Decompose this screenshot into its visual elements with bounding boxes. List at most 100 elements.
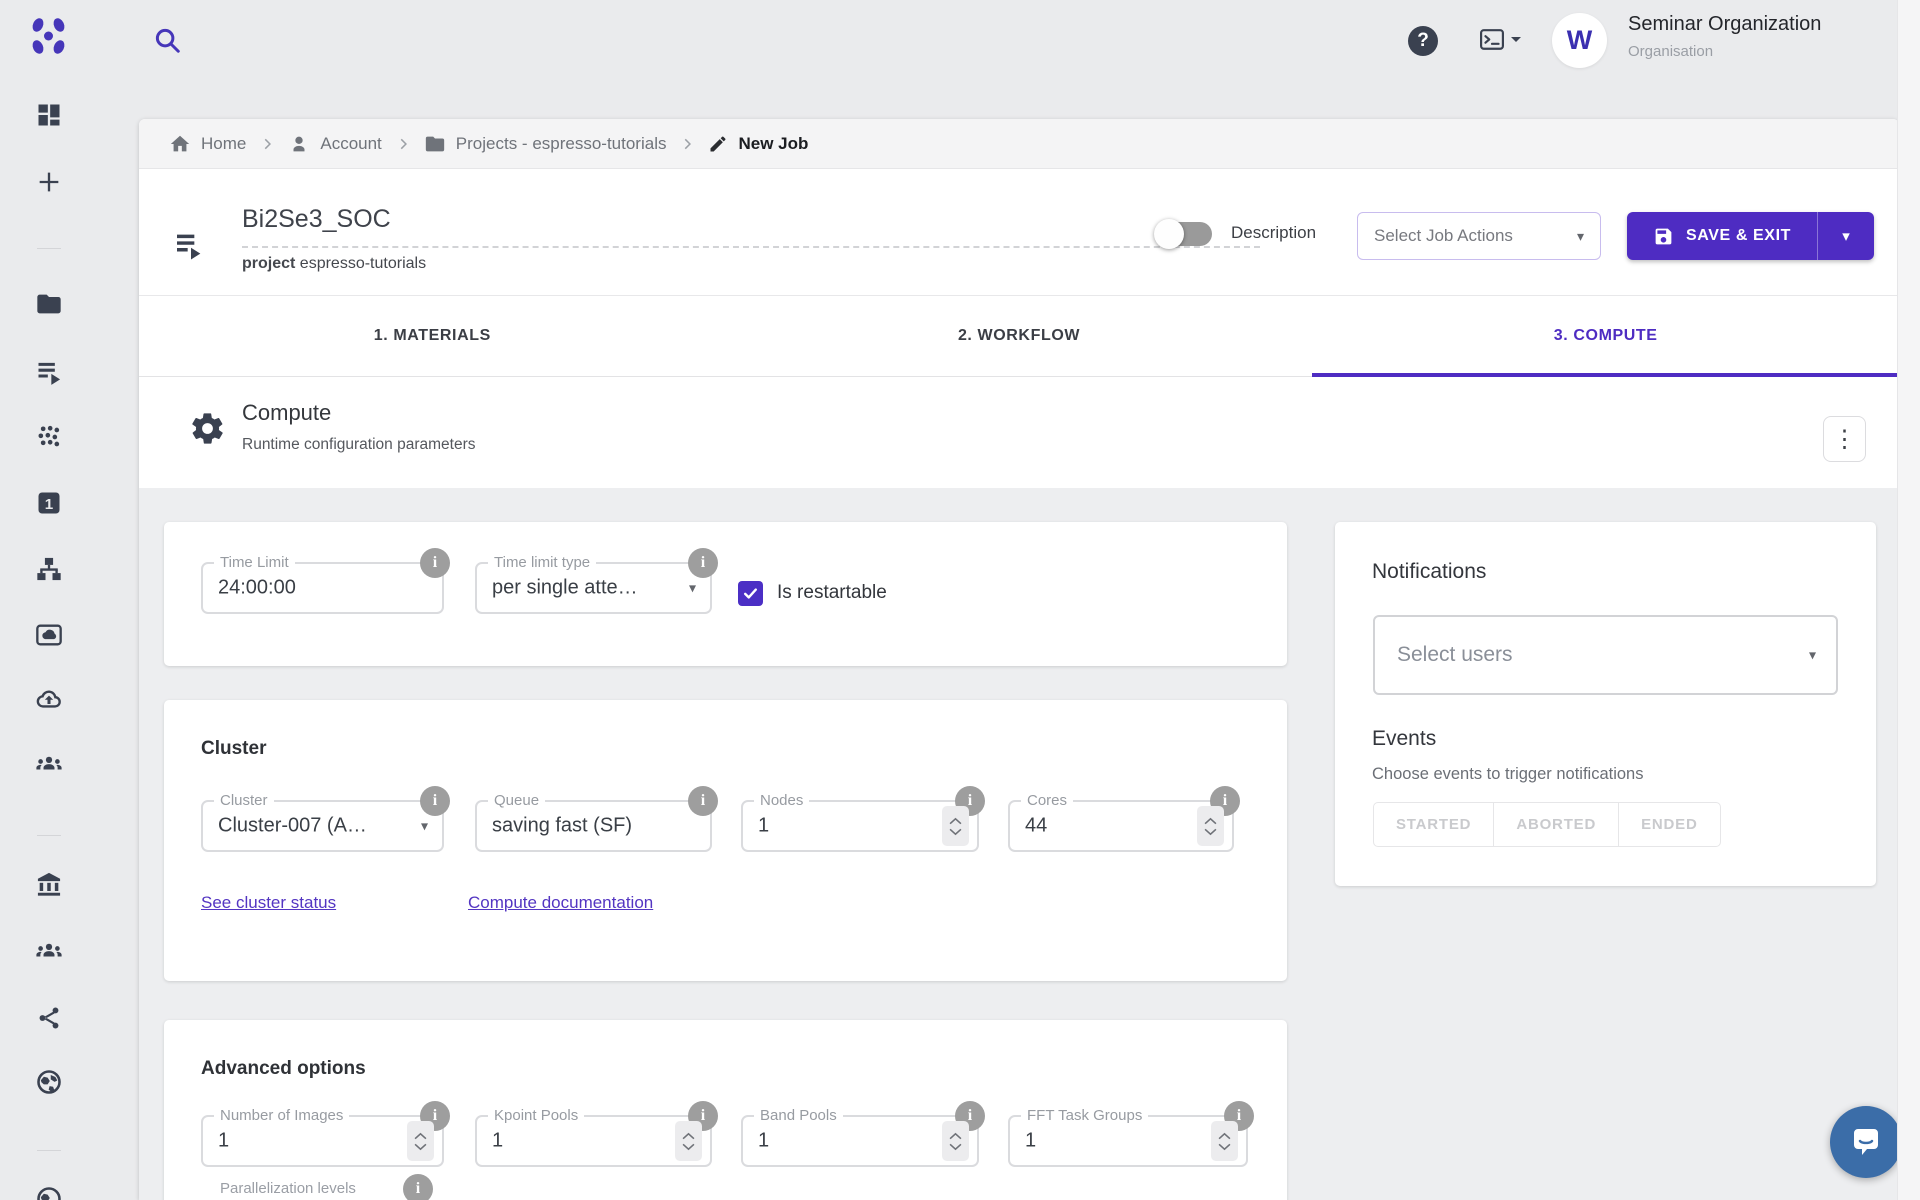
spinner-control[interactable]	[1211, 1121, 1238, 1161]
cloud-upload-icon[interactable]	[33, 684, 65, 716]
save-menu-button[interactable]: ▾	[1817, 212, 1874, 260]
info-icon[interactable]: i	[420, 548, 450, 578]
dashboard-icon[interactable]	[33, 99, 65, 131]
cores-value[interactable]: 44	[1025, 815, 1047, 838]
info-icon[interactable]: i	[420, 786, 450, 816]
spinner-control[interactable]	[675, 1121, 702, 1161]
cores-stepper[interactable]: Cores i 44	[1008, 800, 1234, 852]
section-title: Compute	[242, 400, 331, 426]
media-image-icon[interactable]	[33, 619, 65, 651]
select-users-placeholder: Select users	[1397, 643, 1513, 667]
spinner-control[interactable]	[942, 806, 969, 846]
spinner-control[interactable]	[942, 1121, 969, 1161]
info-icon[interactable]: i	[688, 786, 718, 816]
breadcrumb-project[interactable]: Projects - espresso-tutorials	[424, 133, 667, 155]
time-limit-type-value: per single atte…	[492, 577, 638, 600]
description-toggle[interactable]	[1158, 222, 1212, 246]
kpoint-pools-value[interactable]: 1	[492, 1130, 503, 1153]
compute-section-header: Compute Runtime configuration parameters…	[139, 378, 1899, 488]
wizard-tabs: 1. MATERIALS 2. WORKFLOW 3. COMPUTE	[139, 295, 1899, 377]
time-limit-label: Time Limit	[214, 554, 295, 571]
organization-bank-icon[interactable]	[33, 868, 65, 900]
nodes-stepper[interactable]: Nodes i 1	[741, 800, 979, 852]
advanced-options-panel: Advanced options Number of Images i 1 Kp…	[164, 1020, 1287, 1200]
share-icon[interactable]	[33, 1002, 65, 1034]
event-aborted-button[interactable]: ABORTED	[1494, 802, 1619, 847]
fft-task-groups-stepper[interactable]: FFT Task Groups i 1	[1008, 1115, 1248, 1167]
events-subtitle: Choose events to trigger notifications	[1372, 765, 1644, 784]
chevron-down-icon: ▾	[1842, 227, 1850, 245]
number-of-images-stepper[interactable]: Number of Images i 1	[201, 1115, 444, 1167]
materials-dots-icon[interactable]	[33, 421, 65, 453]
nodes-value[interactable]: 1	[758, 815, 769, 838]
band-pools-value[interactable]: 1	[758, 1130, 769, 1153]
compute-documentation-link[interactable]: Compute documentation	[468, 893, 653, 913]
spinner-control[interactable]	[407, 1121, 434, 1161]
select-users-dropdown[interactable]: Select users ▾	[1373, 615, 1838, 695]
chevron-down-icon	[1204, 828, 1217, 836]
breadcrumb-new-job[interactable]: New Job	[708, 134, 808, 154]
team-icon[interactable]	[33, 749, 65, 781]
sidebar-divider	[37, 248, 61, 249]
help-icon[interactable]: ?	[1408, 26, 1438, 56]
spinner-control[interactable]	[1197, 806, 1224, 846]
batch-one-icon[interactable]: 1	[33, 487, 65, 519]
queue-label: Queue	[488, 792, 545, 809]
toggle-thumb	[1154, 219, 1184, 249]
time-limit-type-select[interactable]: Time limit type i per single atte… ▾	[475, 562, 712, 614]
parallelization-levels-field[interactable]: Parallelization levels i	[201, 1188, 621, 1200]
chevron-down-icon[interactable]: ▾	[421, 818, 428, 835]
breadcrumb-home[interactable]: Home	[169, 133, 246, 155]
avatar-initial: W	[1567, 25, 1592, 56]
projects-folder-icon[interactable]	[33, 288, 65, 320]
console-menu-icon[interactable]	[1478, 28, 1522, 52]
tab-materials[interactable]: 1. MATERIALS	[139, 296, 726, 376]
event-started-button[interactable]: STARTED	[1373, 802, 1494, 847]
cluster-value: Cluster-007 (A…	[218, 815, 367, 838]
time-limit-value[interactable]: 24:00:00	[218, 577, 296, 600]
kpoint-pools-stepper[interactable]: Kpoint Pools i 1	[475, 1115, 712, 1167]
scrollbar-track[interactable]	[1897, 0, 1920, 1200]
info-icon[interactable]: i	[688, 548, 718, 578]
save-exit-button[interactable]: SAVE & EXIT	[1627, 212, 1817, 260]
events-title: Events	[1372, 727, 1436, 751]
cluster-status-link[interactable]: See cluster status	[201, 893, 336, 913]
cluster-label: Cluster	[214, 792, 274, 809]
workflows-tree-icon[interactable]	[33, 553, 65, 585]
section-menu-button[interactable]: ⋮	[1823, 416, 1866, 462]
add-icon[interactable]	[33, 166, 65, 198]
number-of-images-value[interactable]: 1	[218, 1130, 229, 1153]
chevron-down-icon	[949, 828, 962, 836]
description-toggle-label: Description	[1231, 223, 1316, 243]
queue-value[interactable]: saving fast (SF)	[492, 815, 632, 838]
bottom-partial-globe-icon[interactable]	[33, 1183, 65, 1200]
user-subtitle: Organisation	[1628, 43, 1713, 60]
search-icon[interactable]	[152, 25, 182, 55]
chevron-down-icon[interactable]: ▾	[689, 580, 696, 597]
info-icon[interactable]: i	[403, 1174, 433, 1200]
queue-field[interactable]: Queue i saving fast (SF)	[475, 800, 712, 852]
is-restartable-checkbox[interactable]	[738, 581, 763, 606]
mat3ra-logo-icon[interactable]	[26, 16, 72, 56]
breadcrumb-account[interactable]: Account	[288, 133, 381, 155]
members-icon[interactable]	[33, 936, 65, 968]
web-globe-icon[interactable]	[33, 1066, 65, 1098]
cores-label: Cores	[1021, 792, 1073, 809]
jobs-playlist-icon[interactable]	[33, 355, 65, 387]
job-list-play-icon[interactable]	[173, 228, 205, 260]
job-title[interactable]: Bi2Se3_SOC	[242, 205, 391, 234]
cluster-select[interactable]: Cluster i Cluster-007 (A… ▾	[201, 800, 444, 852]
fft-task-groups-value[interactable]: 1	[1025, 1130, 1036, 1153]
time-limit-field[interactable]: Time Limit i 24:00:00	[201, 562, 444, 614]
avatar[interactable]: W	[1552, 13, 1607, 68]
svg-text:1: 1	[45, 496, 53, 513]
chat-fab-button[interactable]	[1830, 1106, 1902, 1178]
sidebar-divider	[37, 1150, 61, 1151]
job-actions-select[interactable]: Select Job Actions ▾	[1357, 212, 1601, 260]
event-ended-button[interactable]: ENDED	[1619, 802, 1721, 847]
tab-compute[interactable]: 3. COMPUTE	[1312, 296, 1899, 376]
user-name[interactable]: Seminar Organization	[1628, 13, 1821, 36]
band-pools-stepper[interactable]: Band Pools i 1	[741, 1115, 979, 1167]
tab-workflow[interactable]: 2. WORKFLOW	[726, 296, 1313, 376]
chevron-down-icon	[1510, 36, 1522, 44]
